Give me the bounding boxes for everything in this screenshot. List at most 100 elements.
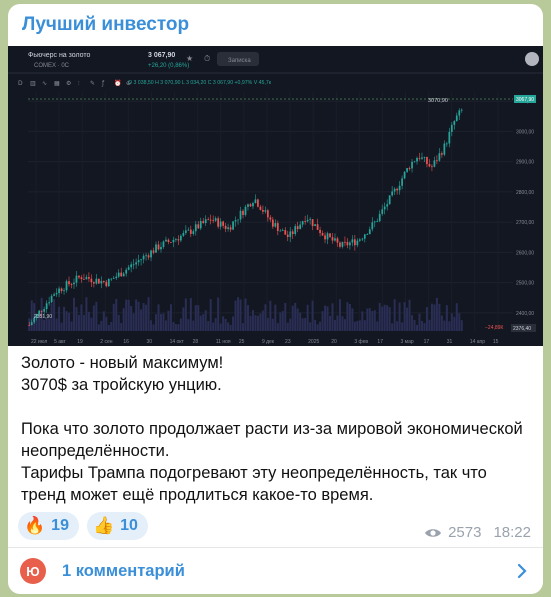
candle-body xyxy=(187,229,190,231)
candle-body xyxy=(83,279,85,280)
volume-bar xyxy=(299,312,302,331)
candle-body xyxy=(299,224,302,230)
volume-bar xyxy=(65,311,68,331)
x-tick-label: 23 xyxy=(285,339,291,345)
candle-body xyxy=(341,241,344,247)
volume-bar xyxy=(70,321,73,331)
candle-body xyxy=(167,239,170,243)
volume-bar xyxy=(177,324,180,331)
volume-bar xyxy=(217,297,220,331)
candle-body xyxy=(319,229,321,234)
candle-body xyxy=(346,242,349,246)
y-tick-label: 2600,00 xyxy=(516,250,534,256)
alert-icon[interactable]: ⏰ xyxy=(114,79,121,87)
volume-bar xyxy=(55,318,58,331)
volume-bar xyxy=(256,315,259,331)
candle-icon[interactable]: ▥ xyxy=(30,80,36,87)
instrument-name: Фьючерс на золото xyxy=(28,52,91,59)
avatar-icon[interactable] xyxy=(525,52,539,66)
candle-body xyxy=(209,219,212,221)
candle-body xyxy=(102,280,105,282)
volume-bar xyxy=(450,313,453,331)
candle-body xyxy=(321,233,324,236)
volume-bar xyxy=(274,304,277,331)
candle-body xyxy=(314,224,316,227)
volume-bar xyxy=(152,324,155,331)
volume-bar xyxy=(48,318,51,331)
volume-bar xyxy=(314,319,317,331)
fx-icon[interactable]: ƒ xyxy=(101,80,105,87)
volume-bar xyxy=(348,303,351,331)
volume-bar xyxy=(353,321,356,331)
candle-body xyxy=(30,322,33,326)
line-icon[interactable]: ∿ xyxy=(42,80,47,87)
volume-bar xyxy=(130,306,133,331)
volume-bar xyxy=(420,320,423,331)
volume-bar xyxy=(326,306,329,331)
volume-bar xyxy=(107,324,110,331)
volume-bar xyxy=(311,300,314,331)
volume-bar xyxy=(157,304,160,331)
candle-body xyxy=(413,161,416,163)
volume-bar xyxy=(92,305,95,331)
volume-bar xyxy=(393,299,396,331)
chart-image[interactable]: Фьючерс на золото COMEX · 0C 3 067,90 +2… xyxy=(8,46,543,346)
volume-bar xyxy=(356,320,359,331)
candle-body xyxy=(60,288,63,292)
chart-toolbar: D ▥ ∿ ▦ ⚙ ⫶ ✎ ƒ ⏰ ⊕ xyxy=(18,79,131,87)
candle-body xyxy=(421,157,423,159)
candle-body xyxy=(80,277,83,280)
candle-body xyxy=(227,227,229,229)
comments-button[interactable]: Ю 1 комментарий xyxy=(8,548,543,594)
bell-icon[interactable]: ⏱ xyxy=(204,54,210,63)
volume-bar xyxy=(346,302,349,331)
volume-bar xyxy=(172,322,175,331)
candle-body xyxy=(137,260,140,263)
trash-icon[interactable]: ▦ xyxy=(54,80,60,87)
volume-bar xyxy=(324,305,327,331)
volume-bar xyxy=(291,305,294,331)
candle-body xyxy=(28,324,31,326)
candle-body xyxy=(438,153,441,161)
candle-body xyxy=(453,121,456,125)
volume-bar xyxy=(398,302,401,331)
volume-bar xyxy=(207,321,210,331)
gear-icon[interactable]: ⚙ xyxy=(66,80,71,87)
candle-body xyxy=(145,255,147,257)
x-tick-label: 31 xyxy=(447,339,453,345)
d-icon[interactable]: D xyxy=(18,80,23,87)
volume-bar xyxy=(194,305,197,331)
volume-bar xyxy=(242,323,245,331)
volume-bar xyxy=(321,311,324,331)
volume-bar xyxy=(363,320,366,331)
reaction-thumbs-up[interactable]: 👍 10 xyxy=(86,512,148,540)
candle-body xyxy=(214,218,217,221)
x-tick-label: 3 мар xyxy=(401,339,414,345)
reaction-fire[interactable]: 🔥 19 xyxy=(18,512,79,540)
candle-body xyxy=(152,250,155,253)
channel-name[interactable]: Лучший инвестор xyxy=(22,14,189,36)
message-time: 18:22 xyxy=(493,524,531,541)
candle-body xyxy=(184,230,187,233)
candle-body xyxy=(301,221,304,225)
candle-body xyxy=(194,224,197,232)
candle-body xyxy=(445,143,448,145)
candle-body xyxy=(232,221,234,230)
candle-body xyxy=(115,276,118,279)
volume-bar xyxy=(438,303,441,331)
candle-body xyxy=(306,219,309,222)
volume-bar xyxy=(388,307,391,331)
candle-body xyxy=(448,131,451,144)
x-tick-label: 2 сен xyxy=(100,339,112,345)
star-icon[interactable]: ★ xyxy=(186,54,193,63)
candle-body xyxy=(172,239,175,243)
candle-body xyxy=(403,171,406,179)
draw-icon[interactable]: ✎ xyxy=(90,80,95,87)
candle-body xyxy=(247,204,249,207)
y-tick-label: 3000,00 xyxy=(516,129,534,135)
chart-icon[interactable]: ⫶ xyxy=(78,80,80,87)
volume-bar xyxy=(169,304,172,331)
candle-body xyxy=(329,233,331,238)
candle-body xyxy=(127,267,130,270)
candle-body xyxy=(460,109,463,111)
